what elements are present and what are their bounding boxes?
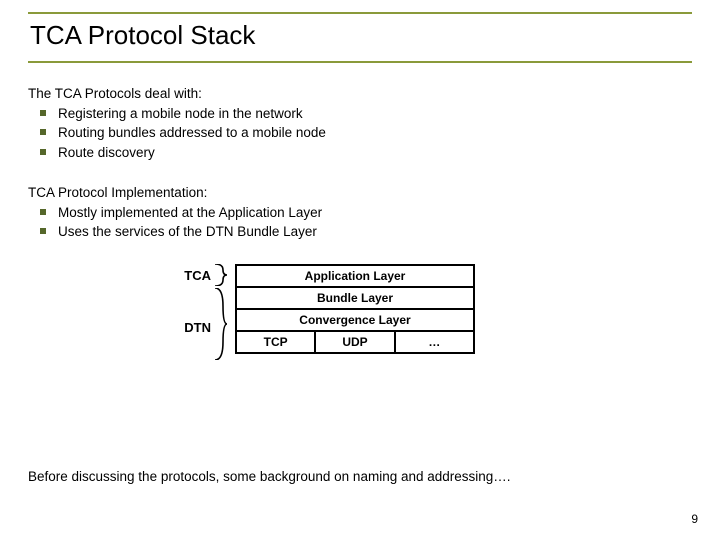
brace-column: TCA DTN	[163, 264, 223, 354]
section-protocols: The TCA Protocols deal with: Registering…	[28, 85, 692, 162]
brace-label-tca: TCA	[184, 268, 211, 283]
brace-label-dtn: DTN	[184, 320, 211, 335]
list-item: Mostly implemented at the Application La…	[28, 204, 692, 222]
bullet-icon	[40, 228, 46, 234]
list-item: Registering a mobile node in the network	[28, 105, 692, 123]
slide-title: TCA Protocol Stack	[30, 20, 692, 51]
section-lead: TCA Protocol Implementation:	[28, 184, 692, 202]
bullet-icon	[40, 209, 46, 215]
bullet-text: Routing bundles addressed to a mobile no…	[58, 125, 326, 140]
list-item: Uses the services of the DTN Bundle Laye…	[28, 223, 692, 241]
bottom-note: Before discussing the protocols, some ba…	[28, 469, 511, 484]
list-item: Routing bundles addressed to a mobile no…	[28, 124, 692, 142]
bullet-text: Mostly implemented at the Application La…	[58, 205, 322, 220]
bullet-icon	[40, 129, 46, 135]
layer-transport-row: TCP UDP …	[235, 332, 475, 354]
bullet-text: Registering a mobile node in the network	[58, 106, 303, 121]
bullet-text: Uses the services of the DTN Bundle Laye…	[58, 224, 317, 239]
slide: TCA Protocol Stack The TCA Protocols dea…	[0, 0, 720, 540]
layer-application: Application Layer	[235, 264, 475, 288]
title-rule: TCA Protocol Stack	[28, 12, 692, 63]
layer-tcp: TCP	[237, 332, 316, 352]
bullet-list: Registering a mobile node in the network…	[28, 105, 692, 162]
bullet-icon	[40, 149, 46, 155]
list-item: Route discovery	[28, 144, 692, 162]
protocol-stack-diagram: TCA DTN Application Layer Bundle Layer C…	[163, 264, 692, 354]
section-implementation: TCA Protocol Implementation: Mostly impl…	[28, 184, 692, 242]
layer-stack: Application Layer Bundle Layer Convergen…	[235, 264, 475, 354]
brace-icon	[213, 264, 227, 286]
bullet-list: Mostly implemented at the Application La…	[28, 204, 692, 241]
layer-convergence: Convergence Layer	[235, 310, 475, 332]
bullet-icon	[40, 110, 46, 116]
layer-udp: UDP	[316, 332, 395, 352]
page-number: 9	[691, 512, 698, 526]
brace-icon	[213, 288, 227, 360]
bullet-text: Route discovery	[58, 145, 155, 160]
layer-bundle: Bundle Layer	[235, 288, 475, 310]
section-lead: The TCA Protocols deal with:	[28, 85, 692, 103]
layer-other: …	[396, 332, 473, 352]
